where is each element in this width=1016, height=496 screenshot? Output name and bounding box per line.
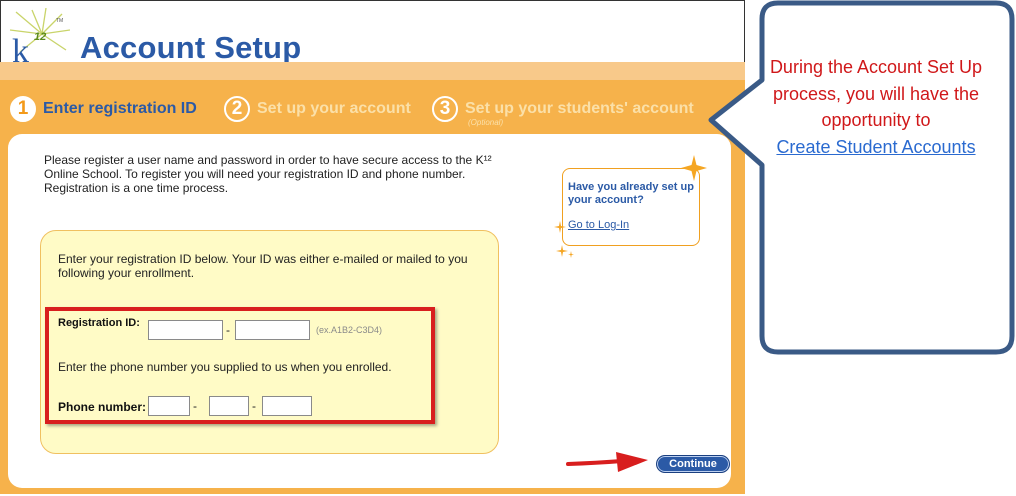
registration-id-part2-input[interactable]	[235, 320, 310, 340]
page-title: Account Setup	[80, 30, 302, 65]
step-3-number: 3	[432, 96, 458, 122]
step-1-number: 1	[10, 96, 36, 122]
phone-instructions: Enter the phone number you supplied to u…	[58, 360, 392, 374]
phone-area-input[interactable]	[148, 396, 190, 416]
phone-dash-1: -	[193, 399, 197, 413]
step-indicator: 1 Enter registration ID 2 Set up your ac…	[10, 92, 745, 127]
create-student-accounts-link[interactable]: Create Student Accounts	[776, 137, 975, 157]
step-3-optional: (Optional)	[468, 118, 504, 127]
pointer-arrow-icon	[566, 452, 648, 472]
phone-prefix-input[interactable]	[209, 396, 249, 416]
step-3: 3 Set up your students' account (Optiona…	[432, 92, 694, 127]
speech-bubble-message: During the Account Set Up process, you w…	[769, 57, 983, 130]
step-2: 2 Set up your account	[224, 92, 411, 126]
login-callout	[562, 168, 700, 246]
step-1-label: Enter registration ID	[43, 100, 197, 117]
step-2-number: 2	[224, 96, 250, 122]
continue-button[interactable]: Continue	[656, 455, 730, 473]
phone-line-input[interactable]	[262, 396, 312, 416]
registration-id-part1-input[interactable]	[148, 320, 223, 340]
star-cluster-icon	[556, 245, 574, 258]
phone-number-label: Phone number:	[58, 400, 147, 414]
phone-dash-2: -	[252, 399, 256, 413]
step-1: 1 Enter registration ID	[10, 92, 197, 126]
login-question: Have you already set up your account?	[568, 181, 694, 206]
go-to-login-link[interactable]: Go to Log-In	[568, 219, 629, 231]
svg-text:TM: TM	[56, 18, 63, 24]
svg-text:12: 12	[34, 31, 46, 43]
registration-id-label: Registration ID:	[58, 317, 140, 329]
registration-id-dash: -	[226, 323, 230, 337]
intro-text: Please register a user name and password…	[44, 153, 492, 195]
registration-id-example: (ex.A1B2-C3D4)	[316, 325, 383, 335]
star-small-icon	[554, 221, 566, 233]
header-divider	[0, 62, 745, 82]
k12-logo: k 12 TM	[9, 8, 70, 68]
registration-instructions: Enter your registration ID below. Your I…	[58, 252, 468, 280]
step-3-label: Set up your students' account	[465, 100, 694, 117]
step-2-label: Set up your account	[257, 100, 411, 117]
speech-bubble-text: During the Account Set Up process, you w…	[756, 54, 996, 160]
